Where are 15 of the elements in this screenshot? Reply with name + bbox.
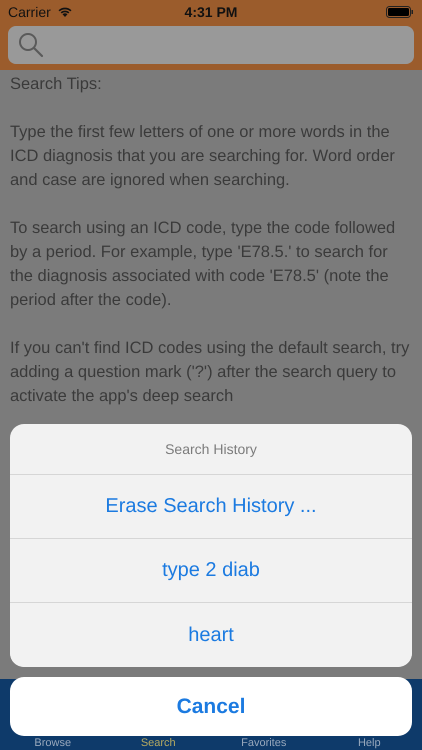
tab[interactable]: Search [118, 738, 198, 749]
tab[interactable]: Favorites [224, 738, 304, 749]
search-icon [18, 32, 44, 58]
tip-paragraph: Search Tips: [10, 74, 103, 95]
status-time: 4:31 PM [184, 4, 238, 20]
carrier-label: Carrier [8, 4, 51, 20]
tip-paragraph: To search using an ICD code, type the code followed by a period. For example, type 'E78.5.' to search for the diagnosis associated with code 'E78.5' (note the period after the code). [10, 218, 396, 311]
tab[interactable]: Browse [12, 738, 93, 749]
tip-paragraph: Type the first few letters of one or more words in the ICD diagnosis that you are searching for. Word order and case are ignored when searching. [10, 122, 396, 191]
tab[interactable]: Help [329, 738, 410, 749]
wifi-icon [56, 6, 73, 18]
tip-paragraph: If you can't find ICD codes using the default search, try adding a question mark ('?') after the search query to activate the app's deep search [10, 338, 410, 407]
cancel-button[interactable]: Cancel [10, 677, 412, 736]
battery-icon [386, 6, 414, 18]
search-field[interactable] [8, 26, 414, 64]
